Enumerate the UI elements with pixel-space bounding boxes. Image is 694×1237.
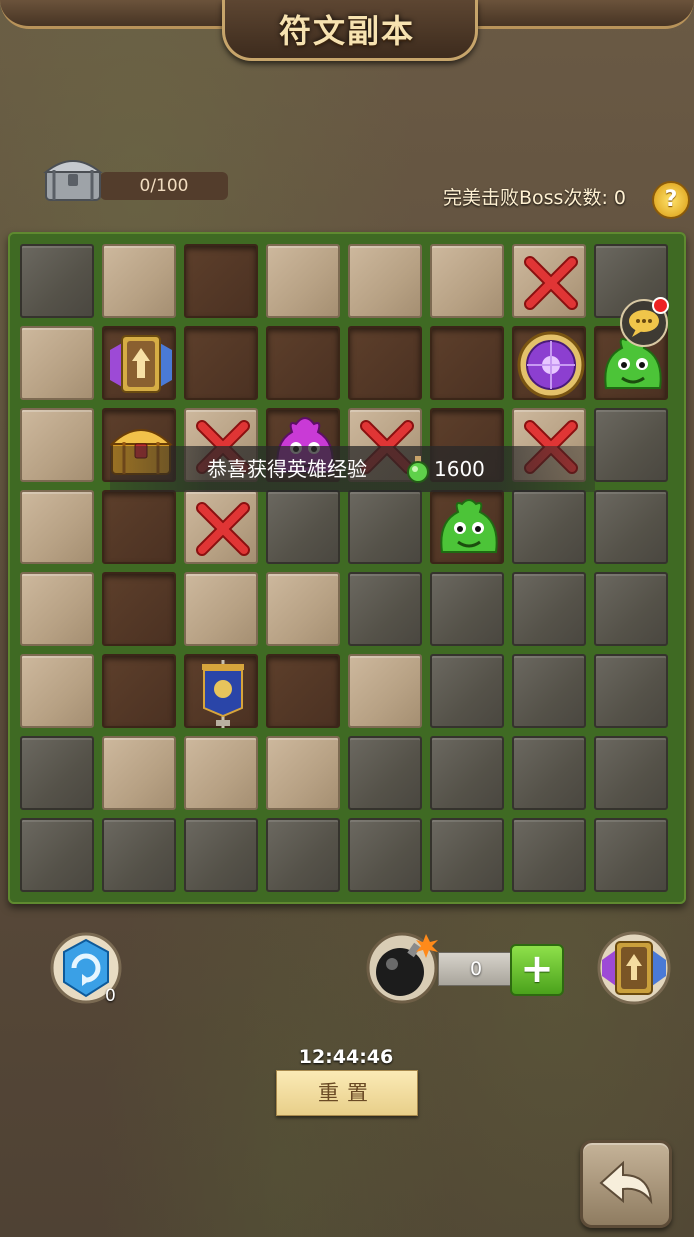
green-potion-icon [407,456,429,483]
board-tile[interactable] [348,326,422,400]
chat-notification-dot [652,297,669,314]
rune-card-icon[interactable] [594,930,674,1006]
rune-card-icon [110,335,172,393]
board-tile[interactable] [430,572,504,646]
reward-message-text: 恭喜获得英雄经验 [207,457,367,481]
board-tile[interactable] [266,490,340,564]
board-tile[interactable] [512,572,586,646]
board-tile[interactable] [594,654,668,728]
board-tile[interactable] [594,736,668,810]
board-tile[interactable] [102,572,176,646]
dungeon-board [8,232,686,904]
board-tile[interactable] [266,326,340,400]
board-tile[interactable] [594,818,668,892]
board-tile[interactable] [266,572,340,646]
board-tile[interactable] [594,408,668,482]
board-tile[interactable] [20,326,94,400]
board-tile[interactable] [430,736,504,810]
board-tile[interactable] [102,818,176,892]
board-tile[interactable] [184,736,258,810]
board-tile[interactable] [348,654,422,728]
board-tile[interactable] [20,408,94,482]
board-tile[interactable] [20,244,94,318]
board-tile[interactable] [102,490,176,564]
board-tile[interactable] [512,326,586,400]
board-tile[interactable] [348,736,422,810]
board-tile[interactable] [512,490,586,564]
board-tile[interactable] [102,326,176,400]
board-tile[interactable] [184,572,258,646]
board-tile[interactable] [102,244,176,318]
board-tile[interactable] [266,244,340,318]
board-tile[interactable] [20,736,94,810]
board-tile[interactable] [102,654,176,728]
board-tile[interactable] [512,736,586,810]
silver-chest-icon [43,160,103,201]
board-tile[interactable] [20,572,94,646]
boss-defeat-count: 完美击败Boss次数: 0 [443,187,626,209]
title-wing-right [464,0,694,29]
help-button[interactable]: ? [652,181,690,219]
board-tile[interactable] [430,326,504,400]
board-tile[interactable] [512,818,586,892]
board-tile[interactable] [266,818,340,892]
board-tile[interactable] [430,244,504,318]
refresh-count: 0 [105,986,116,1006]
board-tile[interactable] [348,490,422,564]
board-tile[interactable] [20,490,94,564]
board-tile[interactable] [20,818,94,892]
page-title: 符文副本 [278,12,415,50]
cross-icon [524,256,578,310]
board-tile[interactable] [266,654,340,728]
board-tile[interactable] [20,654,94,728]
bomb-icon [366,932,438,1004]
countdown-timer: 12:44:46 [298,1046,394,1068]
board-tile[interactable] [430,654,504,728]
green-slime-icon [440,499,498,553]
add-bomb-button[interactable]: + [510,944,564,996]
board-tile[interactable] [512,654,586,728]
board-tile[interactable] [348,818,422,892]
back-button[interactable] [580,1140,672,1228]
board-tile[interactable] [348,572,422,646]
board-tile[interactable] [266,736,340,810]
board-tile[interactable] [184,490,258,564]
reset-button[interactable]: 重置 [276,1070,418,1116]
cross-icon [196,502,250,556]
board-tile[interactable] [184,818,258,892]
reward-message-banner: 恭喜获得英雄经验 1600 [110,446,595,492]
chest-counter: 0/100 [40,148,228,204]
reward-message-value: 1600 [434,457,485,481]
board-tile[interactable] [102,736,176,810]
board-tile[interactable] [430,490,504,564]
board-tile[interactable] [430,818,504,892]
purple-orb-icon [517,331,585,399]
bomb-count: 0 [438,952,514,986]
board-tile[interactable] [184,244,258,318]
board-tile[interactable] [184,654,258,728]
blue-banner-icon [202,660,244,728]
board-tile[interactable] [594,572,668,646]
back-arrow-icon [599,1160,653,1205]
board-tile[interactable] [594,490,668,564]
board-tile[interactable] [184,326,258,400]
board-tile[interactable] [512,244,586,318]
title-wing-left [0,0,230,29]
board-tile[interactable] [348,244,422,318]
chest-counter-value: 0/100 [100,172,228,200]
